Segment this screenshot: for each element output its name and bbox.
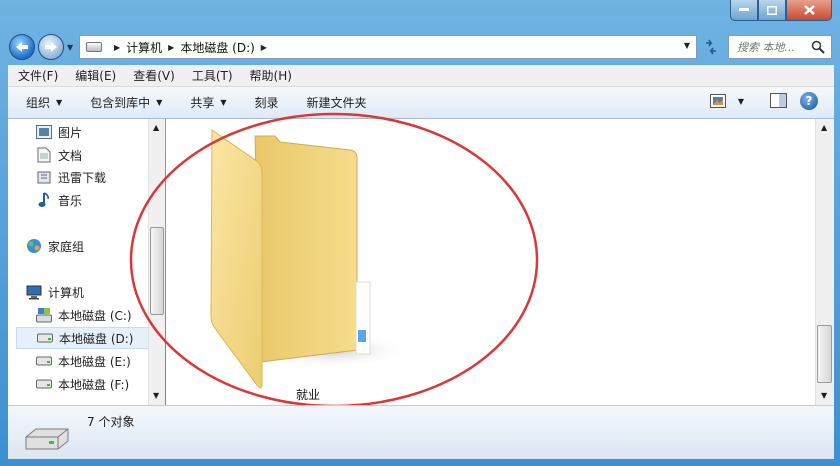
menu-edit[interactable]: 编辑(E) [75,67,116,84]
drive-icon [36,353,52,369]
chevron-right-icon[interactable]: ▶ [261,43,267,52]
computer-icon [26,284,42,300]
content-scrollbar[interactable]: ▲ ▼ [815,119,834,405]
nav-item-music[interactable]: 音乐 [36,189,82,211]
search-box[interactable] [728,35,832,59]
download-folder-icon [36,169,52,185]
minimize-icon [739,8,749,11]
explorer-window: ▼ ▶ 计算机 ▶ 本地磁盘 (D:) ▶ ▼ 文件(F) 编辑(E) [0,0,840,466]
close-button[interactable] [786,0,832,21]
chevron-right-icon[interactable]: ▶ [114,43,120,52]
include-in-library-button[interactable]: 包含到库中 ▼ [90,94,162,111]
include-library-label: 包含到库中 [90,96,151,110]
menu-file[interactable]: 文件(F) [18,67,58,84]
nav-label: 家庭组 [48,239,85,254]
recent-pages-dropdown[interactable]: ▼ [67,43,76,52]
folder-icon[interactable] [200,122,400,392]
scroll-up-icon[interactable]: ▲ [821,123,827,132]
search-icon[interactable] [811,40,825,54]
nav-item-drive-c[interactable]: 本地磁盘 (C:) [36,304,132,326]
share-label: 共享 [190,96,215,110]
organize-button[interactable]: 组织 ▼ [26,94,62,111]
music-icon [36,192,52,208]
status-bar: 7 个对象 [8,405,834,459]
content-scroll-thumb[interactable] [817,325,832,383]
change-view-icon[interactable] [709,94,726,108]
nav-item-pictures[interactable]: 图片 [36,121,82,143]
drive-icon [37,330,53,346]
close-icon [803,5,815,15]
search-input[interactable] [737,40,811,54]
burn-button[interactable]: 刻录 [255,94,279,111]
toolbar-right: ▼ ? [709,92,818,110]
preview-pane-icon[interactable] [770,93,788,109]
refresh-icon [706,39,716,55]
menu-bar: 文件(F) 编辑(E) 查看(V) 工具(T) 帮助(H) [8,65,834,87]
nav-item-documents[interactable]: 文档 [36,144,82,166]
refresh-button[interactable] [700,37,722,57]
nav-label: 文档 [58,148,83,163]
arrow-right-icon [45,42,57,52]
maximize-icon [767,5,777,15]
nav-item-drive-d[interactable]: 本地磁盘 (D:) [16,327,156,349]
new-folder-button[interactable]: 新建文件夹 [307,94,367,111]
forward-button[interactable] [38,34,64,60]
nav-pane-scrollbar[interactable]: ▲ ▼ [148,119,165,405]
nav-label: 计算机 [48,285,85,300]
burn-label: 刻录 [254,96,279,110]
view-dropdown-icon[interactable]: ▼ [738,97,744,106]
pictures-icon [36,124,52,140]
scroll-down-icon[interactable]: ▼ [153,391,159,400]
arrow-left-icon [16,42,28,52]
back-button[interactable] [9,34,35,60]
drive-icon [86,42,102,52]
folder-label[interactable]: 就业 [296,386,320,403]
organize-label: 组织 [26,96,51,110]
navigation-pane: 图片 文档 迅雷下载 音乐 家庭组 计算机 本地磁盘 (C:) 本地磁盘 (D:… [8,119,165,405]
nav-label: 本地磁盘 (E:) [58,354,131,369]
scroll-up-icon[interactable]: ▲ [153,123,159,132]
drive-icon [36,376,52,392]
chevron-down-icon: ▼ [220,98,227,107]
nav-item-xunlei[interactable]: 迅雷下载 [36,166,106,188]
nav-item-drive-f[interactable]: 本地磁盘 (F:) [36,373,129,395]
system-drive-icon [36,307,52,323]
new-folder-label: 新建文件夹 [306,96,367,110]
command-bar: 组织 ▼ 包含到库中 ▼ 共享 ▼ 刻录 新建文件夹 ▼ ? [8,87,834,119]
chevron-down-icon: ▼ [56,98,63,107]
menu-view[interactable]: 查看(V) [133,67,175,84]
homegroup-icon [26,238,42,254]
nav-item-drive-e[interactable]: 本地磁盘 (E:) [36,350,131,372]
nav-scroll-thumb[interactable] [150,227,164,315]
nav-label: 本地磁盘 (C:) [58,308,132,323]
minimize-button[interactable] [730,0,758,21]
menu-help[interactable]: 帮助(H) [250,67,292,84]
breadcrumb-computer[interactable]: 计算机 [126,39,162,56]
share-button[interactable]: 共享 ▼ [190,94,226,111]
nav-item-homegroup[interactable]: 家庭组 [26,235,84,257]
chevron-down-icon: ▼ [156,98,163,107]
address-dropdown-icon[interactable]: ▼ [684,41,690,50]
nav-label: 本地磁盘 (D:) [59,331,134,346]
nav-label: 本地磁盘 (F:) [58,377,130,392]
chevron-right-icon[interactable]: ▶ [168,43,174,52]
address-row: ▼ ▶ 计算机 ▶ 本地磁盘 (D:) ▶ ▼ [0,29,840,61]
address-bar[interactable]: ▶ 计算机 ▶ 本地磁盘 (D:) ▶ ▼ [79,35,697,59]
documents-icon [36,147,52,163]
drive-icon [25,428,69,450]
nav-label: 迅雷下载 [58,170,107,185]
caption-buttons [730,0,832,22]
item-count: 7 个对象 [87,415,135,429]
nav-item-computer[interactable]: 计算机 [26,281,84,303]
nav-label: 图片 [58,125,83,140]
menu-tools[interactable]: 工具(T) [192,67,233,84]
nav-label: 音乐 [58,193,83,208]
help-icon[interactable]: ? [800,92,818,110]
scroll-down-icon[interactable]: ▼ [821,391,827,400]
maximize-button[interactable] [758,0,786,21]
breadcrumb-drive-d[interactable]: 本地磁盘 (D:) [180,39,254,56]
